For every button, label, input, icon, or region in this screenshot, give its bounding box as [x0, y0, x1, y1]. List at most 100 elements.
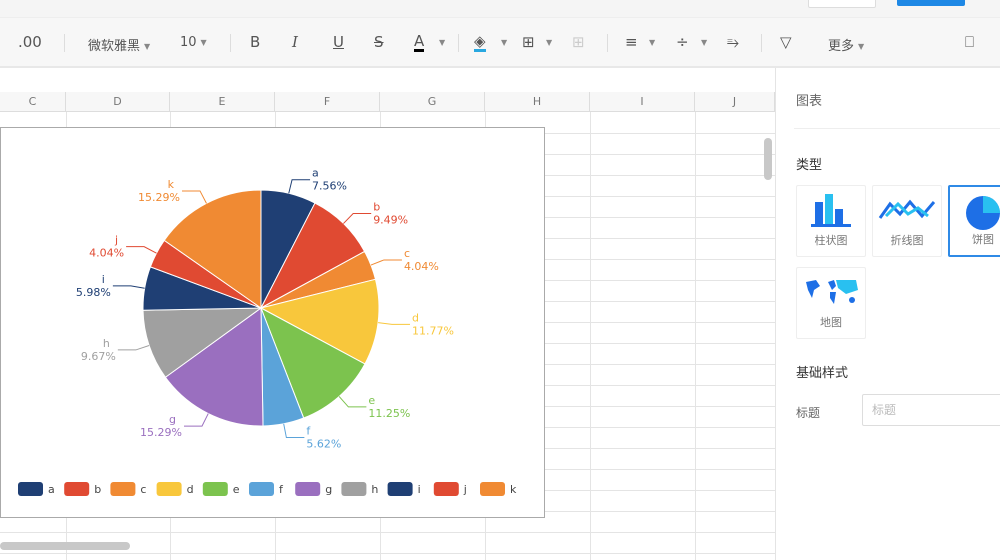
divider [761, 34, 762, 52]
title-input[interactable]: 标题 [862, 394, 1000, 426]
grid-line [0, 553, 775, 554]
more-button[interactable]: 更多 ▼ [828, 35, 864, 54]
decimal-button[interactable]: .00 [18, 33, 42, 51]
chart-type-map[interactable]: 地图 [796, 267, 866, 339]
strikethrough-button[interactable]: S [374, 33, 384, 51]
bold-button[interactable]: B [250, 33, 260, 51]
vertical-scrollbar[interactable] [764, 138, 772, 180]
map-icon [806, 280, 858, 304]
chart-type-pie[interactable]: 饼图 [948, 185, 1000, 257]
panel-title: 图表 [796, 94, 823, 109]
divider [230, 34, 231, 52]
slice-category-label: f [306, 425, 311, 438]
legend-swatch [18, 482, 43, 496]
chart-type-label: 地图 [820, 316, 842, 329]
top-primary-button[interactable] [897, 0, 965, 6]
chevron-down-icon: ▼ [649, 38, 656, 47]
merge-cells-icon[interactable]: ⊞ [572, 33, 585, 51]
chart-type-bar[interactable]: 柱状图 [796, 185, 866, 257]
column-header[interactable]: J [695, 92, 775, 112]
legend-label: k [510, 483, 517, 496]
chevron-down-icon: ▼ [546, 38, 553, 47]
legend-swatch [341, 482, 367, 496]
font-size-select[interactable]: 10 ▼ [180, 35, 207, 50]
more-label: 更多 [828, 39, 855, 54]
border-icon[interactable]: ⊞ [522, 33, 535, 51]
italic-button[interactable]: I [292, 33, 298, 51]
column-header[interactable]: H [485, 92, 590, 112]
wrap-text-icon[interactable]: ⥱ [727, 33, 739, 51]
chevron-down-icon: ▼ [858, 42, 865, 51]
column-header[interactable]: F [275, 92, 380, 112]
slice-category-label: d [412, 311, 419, 324]
slice-category-label: j [114, 234, 118, 247]
slice-category-label: h [103, 337, 110, 350]
legend-swatch [202, 482, 228, 496]
slice-percent-label: 11.77% [412, 324, 454, 337]
slice-percent-label: 15.29% [140, 426, 182, 439]
chevron-down-icon: ▼ [501, 38, 508, 47]
legend-label: j [463, 483, 467, 496]
leader-line [378, 322, 410, 325]
chevron-down-icon: ▼ [200, 38, 207, 47]
pie-chart[interactable]: a 7.56% b 9.49% c 4.04% d 11.77% e 11.25% f 5.62% g 1… [0, 127, 545, 518]
filter-icon[interactable]: ▽ [780, 33, 792, 51]
fill-color-icon[interactable]: ◈ [474, 33, 486, 52]
chart-type-line[interactable]: 折线图 [872, 185, 942, 257]
slice-percent-label: 7.56% [312, 180, 347, 193]
font-value: 微软雅黑 [88, 39, 141, 54]
chart-type-label: 折线图 [890, 234, 924, 247]
legend-swatch [64, 482, 90, 496]
title-bar [0, 0, 1000, 18]
divider [64, 34, 65, 52]
basic-style-heading: 基础样式 [796, 366, 849, 381]
legend-label: e [233, 483, 240, 496]
chevron-down-icon: ▼ [144, 42, 151, 51]
chart-settings-panel: 图表 类型 柱状图 折线图 饼图 地图 基础样式 标题 标题 [775, 68, 1000, 560]
underline-button[interactable]: U [333, 33, 344, 51]
slice-percent-label: 5.62% [306, 438, 341, 451]
slice-category-label: e [368, 394, 375, 407]
horizontal-scrollbar[interactable] [0, 542, 130, 550]
legend-label: i [418, 483, 421, 496]
legend-label: b [94, 483, 101, 496]
legend-label: d [187, 483, 194, 496]
legend-swatch [433, 482, 459, 496]
slice-percent-label: 11.25% [368, 407, 410, 420]
divider [794, 128, 1000, 129]
column-header[interactable]: G [380, 92, 485, 112]
slice-category-label: a [312, 167, 319, 180]
slice-category-label: k [168, 178, 175, 191]
leader-line [288, 179, 311, 194]
toolbar: .00 微软雅黑 ▼ 10 ▼ B I U S A ▼ ◈ ▼ ⊞ ▼ ⊞ ≡ ▼ … [0, 18, 1000, 68]
font-color-button[interactable]: A [414, 33, 425, 52]
column-header[interactable]: E [170, 92, 275, 112]
legend-swatch [156, 482, 182, 496]
legend-label: f [279, 483, 284, 496]
legend-swatch [387, 482, 413, 496]
slice-percent-label: 4.04% [89, 247, 124, 260]
column-header[interactable]: C [0, 92, 66, 112]
leader-line [183, 413, 209, 427]
slice-percent-label: 15.29% [138, 191, 180, 204]
font-select[interactable]: 微软雅黑 ▼ [88, 35, 150, 54]
leader-line [370, 259, 402, 266]
divider [607, 34, 608, 52]
column-header[interactable]: I [590, 92, 695, 112]
leader-line [117, 345, 150, 351]
legend-swatch [110, 482, 136, 496]
title-label: 标题 [796, 406, 821, 420]
leader-line [283, 423, 305, 439]
vertical-align-icon[interactable]: ÷ [676, 33, 689, 51]
slice-percent-label: 9.49% [373, 214, 408, 227]
top-secondary-button[interactable] [808, 0, 876, 8]
align-icon[interactable]: ≡ [625, 33, 638, 51]
chart-type-label: 饼图 [972, 233, 994, 246]
grid-line [590, 112, 591, 560]
comment-icon[interactable]: ⎕ [965, 33, 974, 51]
legend-label: a [48, 483, 55, 496]
column-header[interactable]: D [66, 92, 170, 112]
slice-category-label: b [373, 201, 380, 214]
slice-percent-label: 9.67% [81, 350, 116, 363]
slice-category-label: g [169, 413, 176, 426]
